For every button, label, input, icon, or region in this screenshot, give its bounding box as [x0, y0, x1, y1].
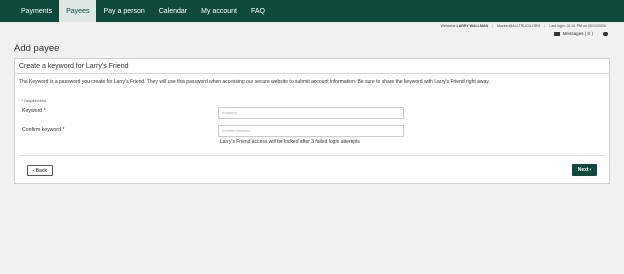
- keyword-input[interactable]: [218, 107, 404, 119]
- keyword-panel: Create a keyword for Larry's Friend The …: [14, 58, 610, 184]
- next-button-label: Next: [577, 167, 589, 173]
- top-nav: Payments Payees Pay a person Calendar My…: [0, 0, 624, 22]
- messages-bar: Messages ( 0 ): [553, 31, 608, 36]
- messages-link[interactable]: Messages ( 0 ): [563, 31, 593, 36]
- user-email: Mocker@ALLTRUCU.ORG: [496, 24, 541, 28]
- tab-payees[interactable]: Payees: [59, 0, 97, 22]
- panel-title: Create a keyword for Larry's Friend: [15, 59, 609, 74]
- welcome-text: Welcome: [440, 24, 456, 28]
- page-title: Add payee: [14, 43, 60, 54]
- lock-hint: Larry's Friend access will be locked aft…: [220, 139, 360, 145]
- back-button-label: Back: [35, 167, 47, 174]
- chevron-right-icon: ›: [589, 167, 592, 173]
- keyword-label: Keyword *: [22, 108, 46, 114]
- tab-my-account[interactable]: My account: [194, 0, 244, 22]
- tab-payments[interactable]: Payments: [14, 0, 59, 22]
- confirm-keyword-label: Confirm keyword *: [22, 127, 65, 133]
- chat-icon[interactable]: [603, 31, 608, 36]
- tab-pay-a-person[interactable]: Pay a person: [96, 0, 151, 22]
- tab-calendar[interactable]: Calendar: [152, 0, 194, 22]
- user-info: Welcome LARRY WALLMAN | Mocker@ALLTRUCU.…: [440, 24, 606, 28]
- intro-text: The Keyword is a password you create for…: [19, 79, 490, 85]
- last-login: Last login: 01:41 PM on 05/12/2026: [549, 24, 606, 28]
- next-button[interactable]: Next ›: [572, 164, 597, 176]
- required-note: * Required field: [22, 99, 46, 103]
- tab-faq[interactable]: FAQ: [244, 0, 272, 22]
- envelope-icon[interactable]: [553, 31, 560, 36]
- confirm-keyword-input[interactable]: [218, 125, 404, 137]
- user-name: LARRY WALLMAN: [456, 24, 489, 28]
- divider: [19, 155, 605, 156]
- chevron-left-icon: ‹: [33, 167, 35, 174]
- back-button[interactable]: ‹ Back: [27, 165, 53, 176]
